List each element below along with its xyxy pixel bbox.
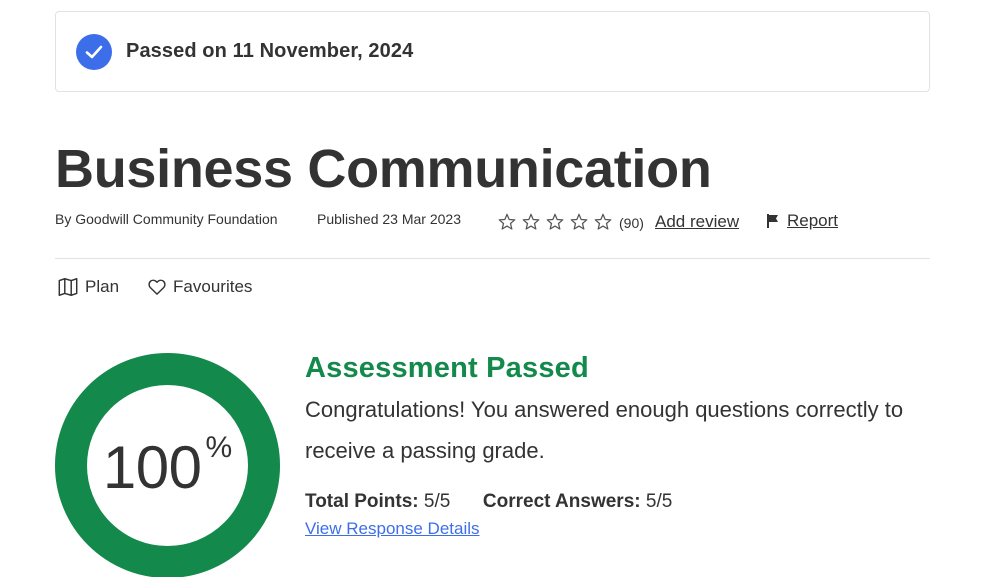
score-unit: % bbox=[205, 430, 233, 464]
score-summary: Total Points: 5/5 Correct Answers: 5/5 bbox=[305, 491, 945, 513]
assessment-result: Assessment Passed Congratulations! You a… bbox=[305, 352, 945, 539]
score-value: 100 bbox=[102, 434, 202, 501]
heart-icon bbox=[148, 279, 166, 295]
add-review-link[interactable]: Add review bbox=[655, 212, 739, 232]
score-readout: 100% bbox=[55, 353, 280, 577]
correct-answers-value: 5/5 bbox=[645, 491, 673, 512]
star-outline-icon bbox=[498, 213, 516, 230]
assessment-message: Congratulations! You answered enough que… bbox=[305, 397, 904, 463]
view-response-details-link[interactable]: View Response Details bbox=[305, 519, 480, 539]
correct-answers-label: Correct Answers: bbox=[482, 491, 641, 512]
course-author: By Goodwill Community Foundation bbox=[55, 211, 278, 227]
assessment-status: Assessment Passed bbox=[305, 352, 589, 384]
report-label: Report bbox=[787, 211, 839, 230]
star-outline-icon bbox=[522, 213, 540, 230]
map-icon bbox=[58, 278, 78, 296]
rating-stars bbox=[497, 212, 613, 232]
divider bbox=[55, 258, 930, 259]
pass-banner-text: Passed on 11 November, 2024 bbox=[126, 40, 414, 62]
page-title: Business Communication bbox=[55, 139, 712, 199]
rating-count: (90) bbox=[619, 215, 644, 231]
favourites-label: Favourites bbox=[173, 277, 253, 296]
check-circle-icon bbox=[76, 33, 112, 70]
plan-button[interactable]: Plan bbox=[57, 276, 119, 298]
published-date: Published 23 Mar 2023 bbox=[317, 211, 461, 227]
plan-label: Plan bbox=[85, 277, 120, 296]
total-points-value: 5/5 bbox=[423, 491, 451, 512]
total-points-label: Total Points: bbox=[305, 491, 419, 512]
star-outline-icon bbox=[594, 213, 612, 230]
course-actions: Plan Favourites bbox=[57, 276, 252, 298]
star-outline-icon bbox=[570, 213, 588, 230]
favourites-button[interactable]: Favourites bbox=[147, 276, 252, 298]
star-outline-icon bbox=[546, 213, 564, 230]
pass-banner: Passed on 11 November, 2024 bbox=[55, 11, 930, 92]
course-meta: By Goodwill Community Foundation Publish… bbox=[55, 209, 935, 237]
flag-icon bbox=[767, 214, 778, 228]
report-button[interactable]: Report bbox=[765, 211, 838, 231]
